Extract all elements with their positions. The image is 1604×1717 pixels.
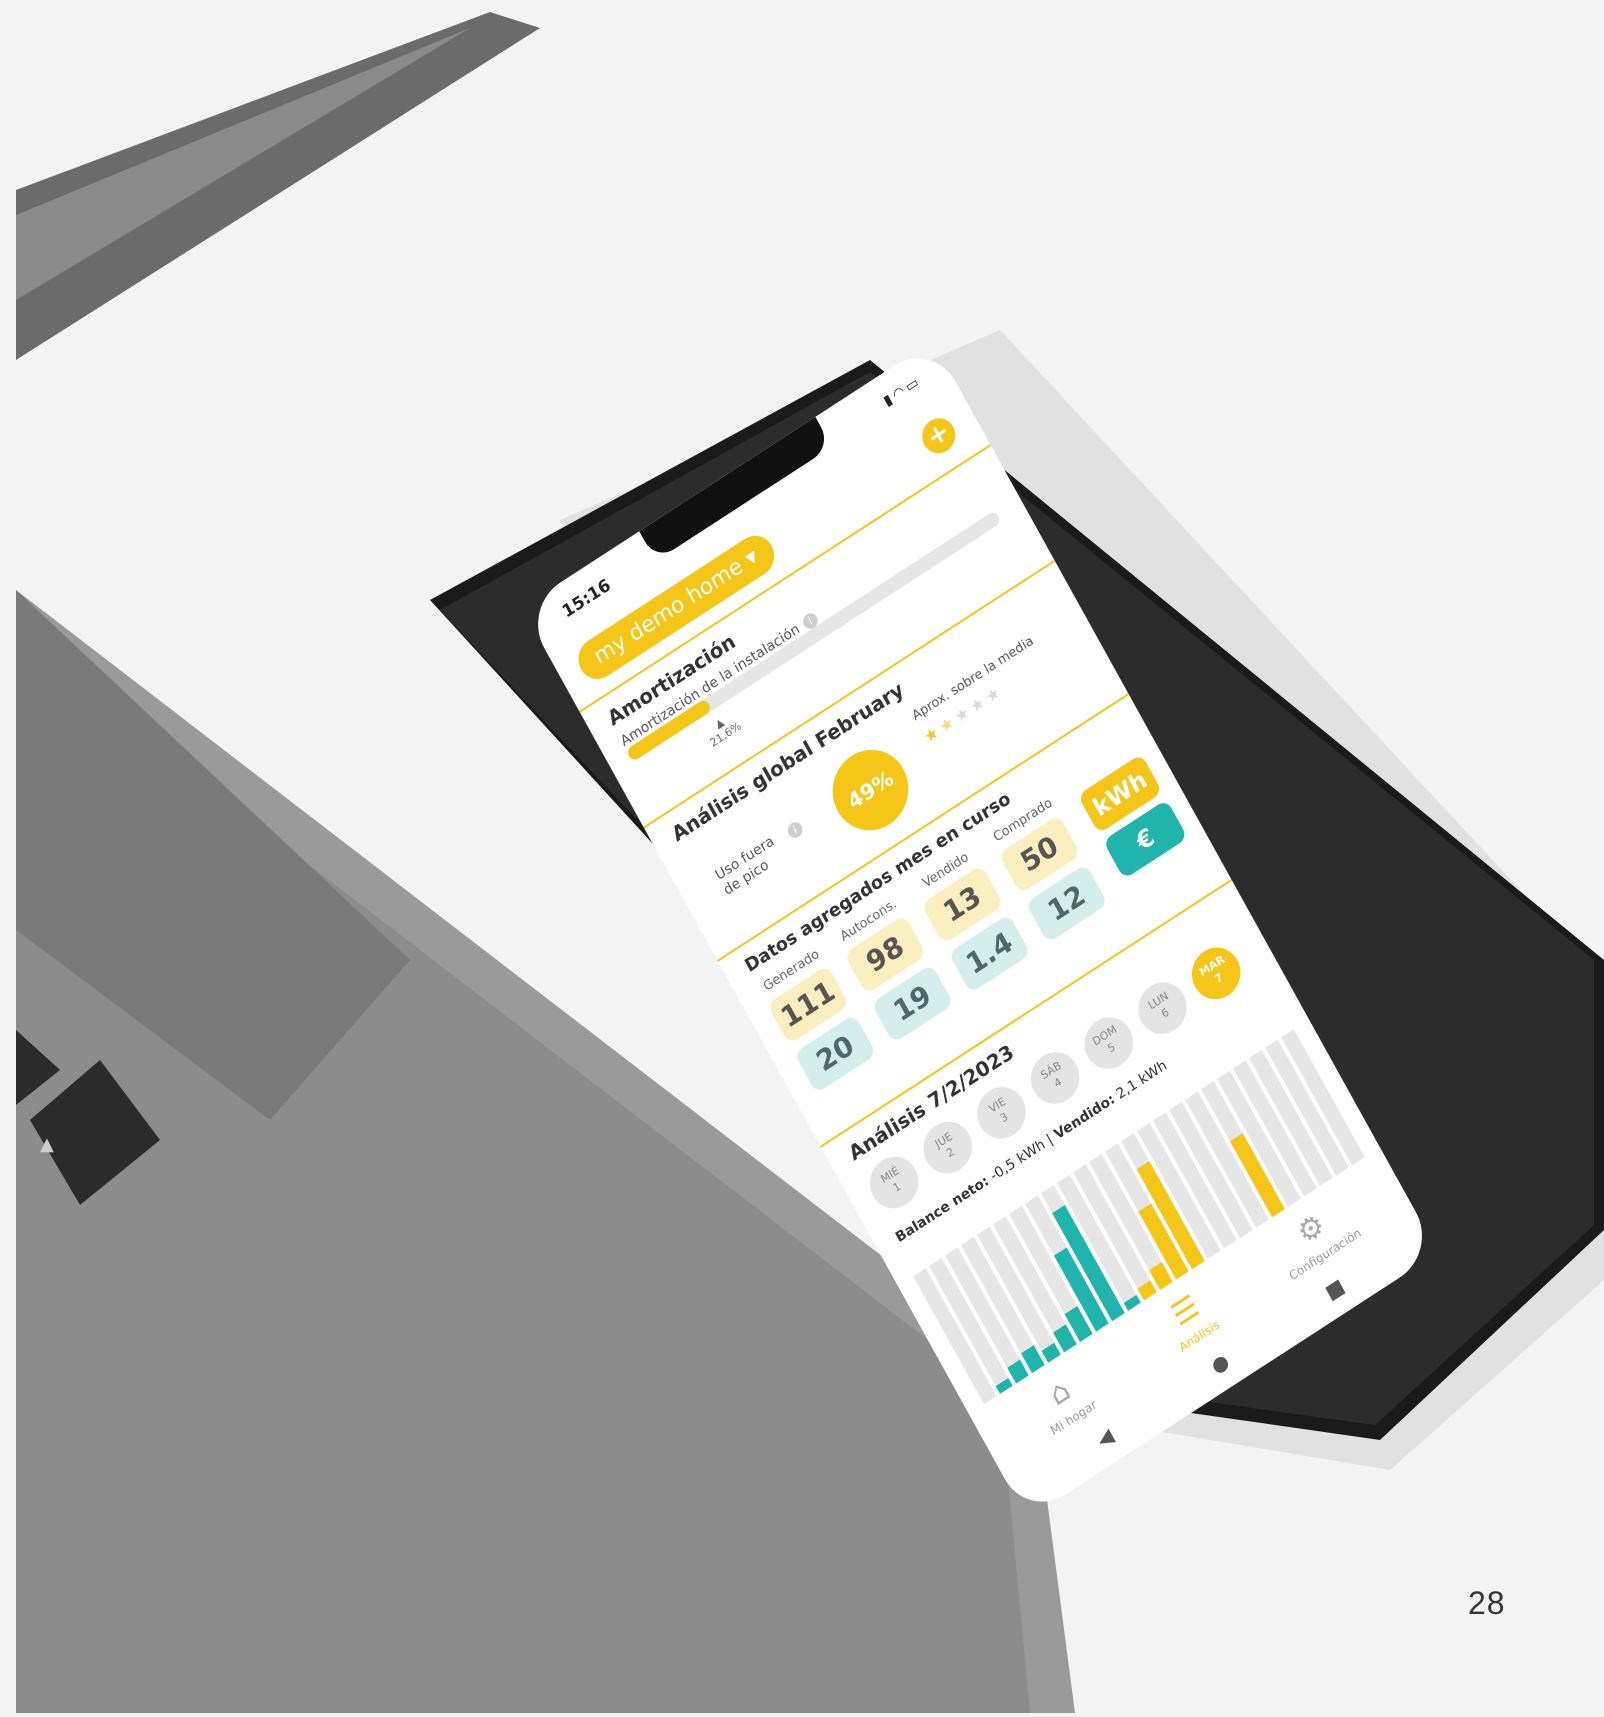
add-button[interactable]: + (916, 411, 962, 460)
system-recents-button[interactable]: ■ (1321, 1273, 1349, 1304)
day-bubble[interactable]: MAR 7 (1183, 937, 1250, 1009)
day-bubble[interactable]: JUE 2 (914, 1112, 981, 1184)
status-time: 15:16 (559, 575, 615, 623)
uso-info-icon[interactable]: i (785, 819, 806, 841)
day-bubble[interactable]: DOM 5 (1075, 1007, 1142, 1079)
day-bubble[interactable]: SÁB 4 (1022, 1042, 1089, 1114)
page-number: 28 (1468, 1585, 1506, 1621)
day-bubble[interactable]: VIE 3 (968, 1077, 1035, 1149)
status-icons: ▮◠▭ (881, 373, 924, 410)
key-up-arrow: ▲ (40, 1134, 54, 1155)
uso-fuera-de-pico-label: Uso fuera de pico (713, 833, 786, 899)
system-back-button[interactable]: ◀ (1093, 1423, 1118, 1452)
day-bubble[interactable]: MIÉ 1 (861, 1146, 928, 1219)
day-bubble[interactable]: LUN 6 (1129, 972, 1196, 1044)
system-home-button[interactable]: ● (1207, 1348, 1233, 1379)
off-peak-percent-badge: 49% (818, 734, 923, 846)
